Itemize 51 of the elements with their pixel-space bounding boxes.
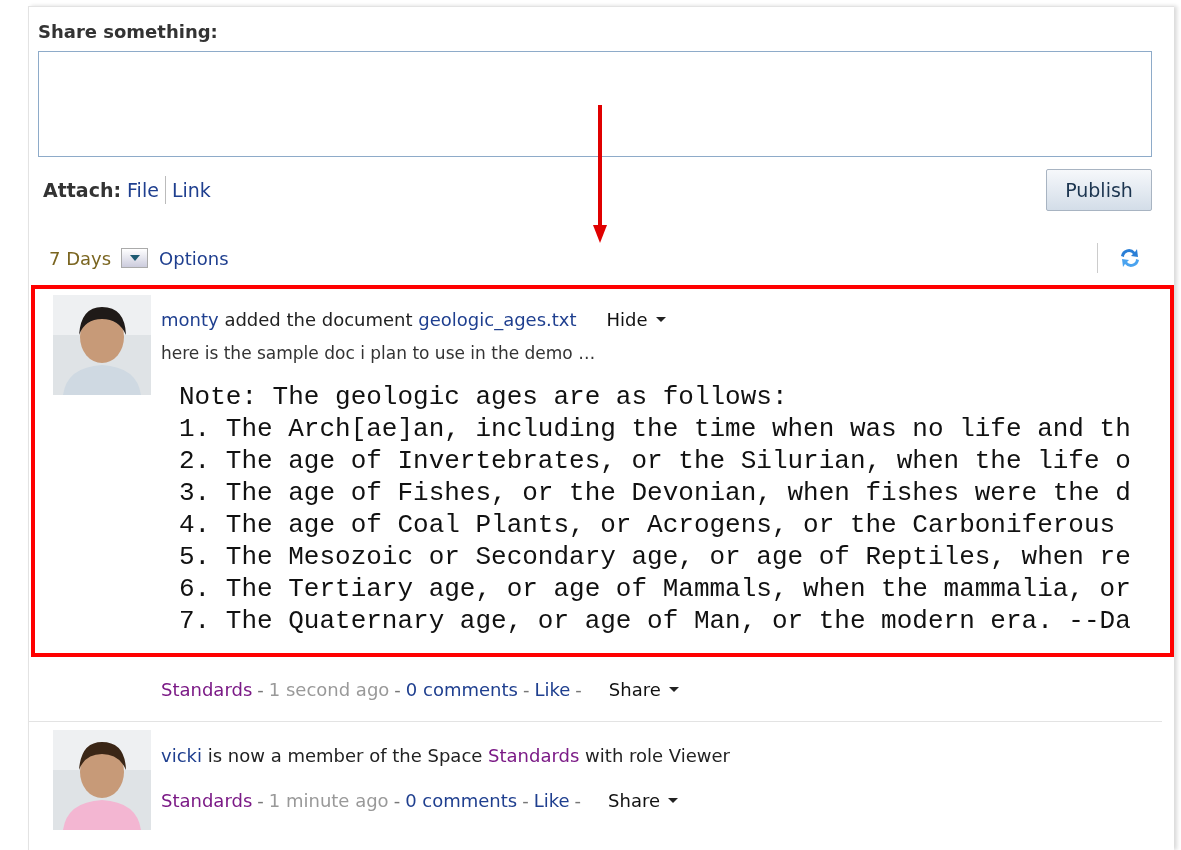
- preview-line: 1. The Arch[ae]an, including the time when was no life and th: [179, 412, 1131, 445]
- share-menu[interactable]: Share: [608, 676, 679, 703]
- separator-dash: -: [257, 789, 264, 813]
- refresh-icon[interactable]: [1118, 246, 1142, 270]
- comments-link[interactable]: 0 comments: [405, 676, 518, 703]
- space-link[interactable]: Standards: [161, 787, 253, 814]
- like-link[interactable]: Like: [533, 787, 570, 814]
- preview-line: 7. The Quaternary age, or age of Man, or the modern era. --Da: [179, 604, 1131, 637]
- preview-line: 4. The age of Coal Plants, or Acrogens, or the Carboniferous: [179, 508, 1117, 541]
- options-link[interactable]: Options: [159, 244, 229, 272]
- period-label: 7 Days: [49, 246, 112, 271]
- caret-icon: [668, 687, 679, 692]
- timestamp: 1 second ago: [268, 678, 390, 702]
- user-link[interactable]: monty: [161, 308, 219, 330]
- attach-link[interactable]: File: [127, 175, 159, 205]
- separator-dash: -: [394, 678, 401, 702]
- composer-label: Share something:: [38, 21, 219, 43]
- attach-label: Attach:: [43, 177, 122, 203]
- attach-link[interactable]: Link: [171, 175, 211, 205]
- hide-menu[interactable]: Hide: [606, 305, 666, 333]
- hide-label: Hide: [606, 307, 648, 332]
- preview-line: 5. The Mesozoic or Secondary age, or age of Reptiles, when re: [179, 540, 1131, 573]
- timestamp: 1 minute ago: [268, 789, 389, 813]
- caret-icon: [129, 255, 140, 261]
- activity-text: vicki is now a member of the Space Standards with role Viewer: [161, 743, 730, 768]
- separator-dash: -: [393, 789, 401, 813]
- share-menu[interactable]: Share: [608, 787, 679, 814]
- share-input[interactable]: [38, 51, 1152, 157]
- space-link[interactable]: Standards: [161, 676, 253, 703]
- separator-dash: -: [257, 678, 264, 702]
- separator-dash: -: [522, 789, 529, 813]
- document-link[interactable]: geologic_ages.txt: [418, 308, 577, 330]
- space-link[interactable]: Standards: [488, 744, 580, 766]
- share-label: Share: [608, 789, 661, 813]
- preview-line: 3. The age of Fishes, or the Devonian, when fishes were the d: [179, 476, 1131, 509]
- comments-link[interactable]: 0 comments: [405, 787, 518, 814]
- separator-dash: -: [522, 678, 530, 702]
- user-link[interactable]: vicki: [161, 744, 202, 766]
- separator-dash: -: [574, 789, 582, 813]
- preview-line: Note: The geologic ages are as follows:: [179, 380, 789, 413]
- share-label: Share: [608, 678, 661, 702]
- description-text: here is the sample doc i plan to use in the demo …: [161, 342, 597, 365]
- caret-icon: [668, 798, 679, 803]
- caret-icon: [655, 316, 666, 322]
- preview-line: 6. The Tertiary age, or age of Mammals, when the mammalia, or: [179, 572, 1131, 605]
- activity-text: monty added the document geologic_ages.txt: [161, 307, 577, 333]
- preview-line: 2. The age of Invertebrates, or the Silurian, when the life o: [179, 444, 1131, 477]
- period-dropdown[interactable]: [121, 248, 149, 268]
- publish-button[interactable]: Publish: [1046, 169, 1152, 211]
- separator-dash: -: [575, 678, 582, 702]
- like-link[interactable]: Like: [534, 676, 571, 703]
